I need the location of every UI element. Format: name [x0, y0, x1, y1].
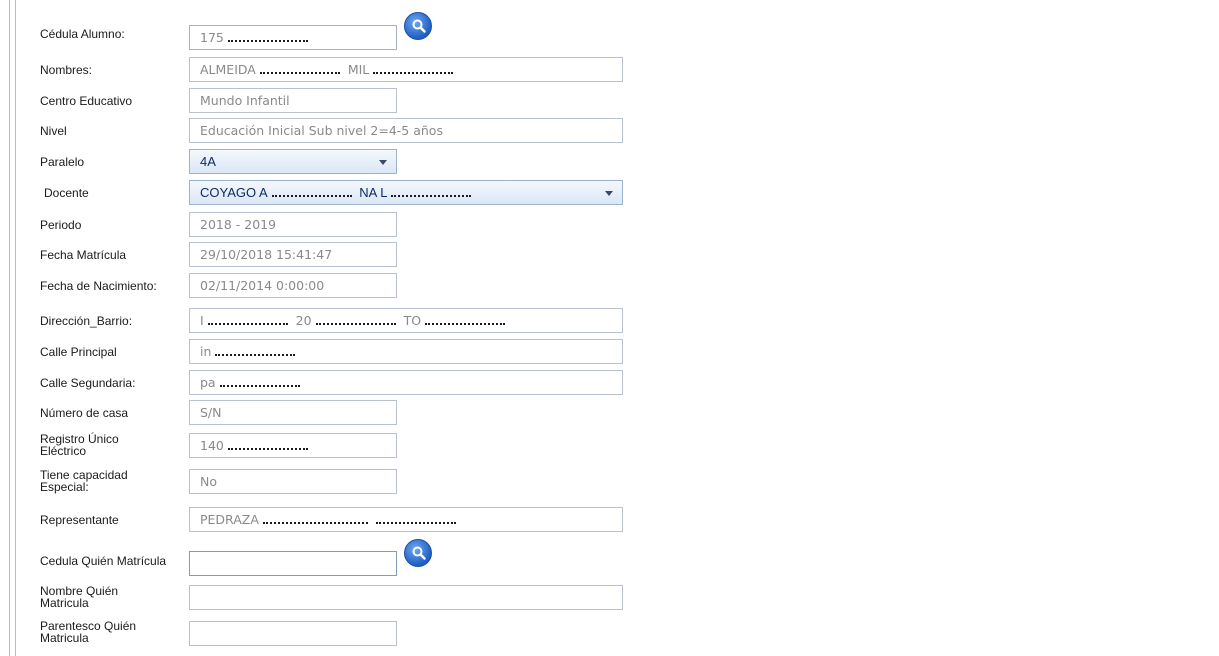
calle-principal-value: in — [200, 344, 212, 359]
redaction-mask — [373, 68, 454, 74]
nombres-value-b: MIL — [347, 62, 370, 77]
search-icon — [412, 546, 426, 560]
label-calle-principal: Calle Principal — [40, 345, 117, 359]
redaction-mask — [262, 518, 368, 524]
label-docente: Docente — [44, 186, 89, 200]
representante-input[interactable]: PEDRAZA — [189, 507, 623, 532]
direccion-value-c: TO — [403, 313, 422, 328]
registro-unico-value: 140 — [200, 438, 224, 453]
label-parentesco-quien: Parentesco Quién Matricula — [40, 619, 137, 645]
centro-educativo-input[interactable]: Mundo Infantil — [189, 88, 397, 113]
label-fecha-matricula: Fecha Matrícula — [40, 248, 127, 262]
label-numero-casa: Número de casa — [40, 406, 129, 420]
chevron-down-icon — [605, 191, 613, 196]
direccion-barrio-input[interactable]: I 20 TO — [189, 308, 623, 333]
redaction-mask — [425, 319, 506, 325]
docente-select[interactable]: COYAGO A NA L — [189, 180, 623, 205]
calle-principal-input[interactable]: in — [189, 339, 623, 364]
redaction-mask — [391, 191, 472, 197]
label-paralelo: Paralelo — [40, 155, 85, 169]
numero-casa-input[interactable]: S/N — [189, 400, 397, 425]
periodo-input[interactable]: 2018 - 2019 — [189, 212, 397, 237]
label-nombres: Nombres: — [40, 63, 93, 77]
direccion-value-b: 20 — [295, 313, 312, 328]
redaction-mask — [227, 444, 308, 450]
label-capacidad-especial: Tiene capacidad Especial: — [40, 468, 128, 494]
cedula-alumno-value: 175 — [200, 30, 224, 45]
label-direccion-barrio: Dirección_Barrio: — [40, 314, 133, 328]
paralelo-select[interactable]: 4A — [189, 149, 397, 174]
redaction-mask — [215, 350, 296, 356]
search-student-button[interactable] — [404, 12, 432, 40]
label-nombre-quien: Nombre Quién Matricula — [40, 584, 119, 610]
nombres-value-a: ALMEIDA — [200, 62, 256, 77]
label-periodo: Periodo — [40, 218, 82, 232]
redaction-mask — [207, 319, 288, 325]
label-centro-educativo: Centro Educativo — [40, 94, 133, 108]
registro-unico-input[interactable]: 140 — [189, 433, 397, 458]
redaction-mask — [227, 36, 308, 42]
capacidad-especial-input[interactable]: No — [189, 469, 397, 494]
docente-value-b: NA L — [359, 185, 388, 200]
left-border-line — [9, 0, 10, 656]
nivel-input[interactable]: Educación Inicial Sub nivel 2=4-5 años — [189, 118, 623, 143]
label-cedula-alumno: Cédula Alumno: — [40, 27, 125, 41]
fecha-matricula-input[interactable]: 29/10/2018 15:41:47 — [189, 242, 397, 267]
label-representante: Representante — [40, 513, 119, 527]
redaction-mask — [259, 68, 340, 74]
redaction-mask — [219, 381, 300, 387]
calle-segundaria-value: pa — [200, 375, 216, 390]
label-cedula-quien: Cedula Quién Matrícula — [40, 554, 167, 568]
redaction-mask — [375, 518, 456, 524]
label-fecha-nacimiento: Fecha de Nacimiento: — [40, 279, 157, 293]
label-registro-unico: Registro Único Eléctrico — [40, 432, 119, 458]
label-calle-segundaria: Calle Segundaria: — [40, 376, 136, 390]
nombres-input[interactable]: ALMEIDA MIL — [189, 57, 623, 82]
parentesco-quien-input[interactable] — [189, 621, 397, 646]
redaction-mask — [271, 191, 352, 197]
search-enroller-button[interactable] — [404, 539, 432, 567]
chevron-down-icon — [379, 160, 387, 165]
left-border-line-inner — [15, 0, 16, 656]
docente-value-a: COYAGO A — [200, 185, 268, 200]
direccion-value-a: I — [200, 313, 204, 328]
label-nivel: Nivel — [40, 124, 67, 138]
calle-segundaria-input[interactable]: pa — [189, 370, 623, 395]
search-icon — [412, 19, 426, 33]
cedula-alumno-input[interactable]: 175 — [189, 25, 397, 50]
redaction-mask — [315, 319, 396, 325]
cedula-quien-input[interactable] — [189, 551, 397, 576]
nombre-quien-input[interactable] — [189, 585, 623, 610]
representante-value: PEDRAZA — [200, 512, 259, 527]
fecha-nacimiento-input[interactable]: 02/11/2014 0:00:00 — [189, 273, 397, 298]
paralelo-value: 4A — [200, 154, 216, 169]
